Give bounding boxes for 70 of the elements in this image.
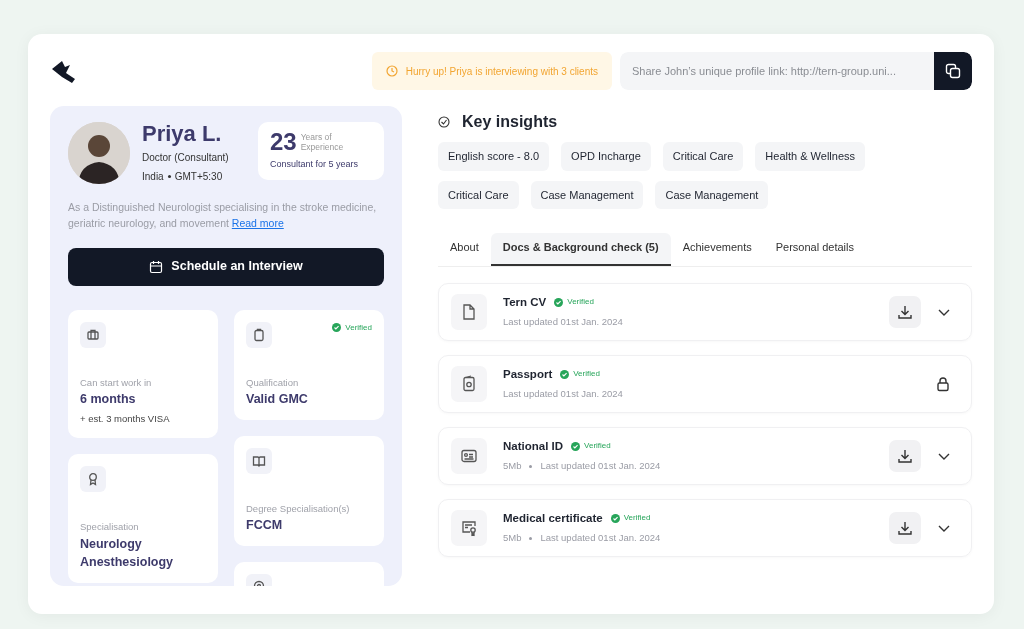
- document-meta: 5Mb: [503, 531, 522, 545]
- insight-tag: Health & Wellness: [755, 142, 865, 171]
- field-label: Degree Specialisation(s): [246, 502, 351, 517]
- clipboard-icon: [252, 327, 266, 342]
- insight-tag: Critical Care: [662, 142, 744, 171]
- calendar-icon: [149, 259, 164, 274]
- verified-badge: Verified: [554, 296, 594, 309]
- verified-badge: Verified: [332, 321, 372, 334]
- insight-tag: English score - 8.0: [438, 142, 550, 171]
- briefcase-icon: [86, 327, 100, 342]
- download-icon: [897, 447, 913, 464]
- profile-role: Doctor (Consultant): [142, 151, 229, 166]
- document-name: Medical certificate: [503, 510, 603, 526]
- download-button[interactable]: [889, 511, 921, 544]
- field-value: 6 months: [80, 390, 137, 408]
- passport-icon: [460, 374, 478, 393]
- ribbon-icon: [86, 472, 100, 487]
- document-meta: Last updated 01st Jan. 2024: [503, 387, 623, 401]
- verified-badge: Verified: [571, 440, 611, 453]
- separator-dot-icon: [167, 175, 171, 179]
- download-icon: [897, 303, 913, 320]
- schedule-interview-button[interactable]: Schedule an Interview: [68, 247, 384, 286]
- field-label: Qualification: [246, 375, 300, 390]
- check-circle-icon: [438, 116, 450, 128]
- experience-label: Years of Experience: [300, 131, 345, 153]
- field-note: + est. 3 months VISA: [80, 412, 171, 427]
- tab[interactable]: About: [438, 233, 491, 266]
- document-icon: [460, 302, 478, 321]
- document-meta: Last updated 01st Jan. 2024: [503, 315, 623, 329]
- timezone: GMT+5:30: [174, 170, 223, 185]
- share-link-field[interactable]: Share John’s unique profile link: http://tern-group.uni...: [620, 52, 934, 90]
- read-more-link[interactable]: Read more: [231, 216, 284, 229]
- country: India: [142, 170, 164, 185]
- insight-tag: Case Management: [655, 180, 769, 209]
- field-value: FCCM: [246, 517, 284, 535]
- document-meta: Last updated 01st Jan. 2024: [540, 531, 661, 545]
- verified-badge: Verified: [610, 512, 651, 525]
- insight-tag: Case Management: [530, 180, 644, 209]
- document-meta: 5Mb: [503, 459, 522, 473]
- document-name: National ID: [503, 438, 564, 454]
- experience-note: Consultant for 5 years: [270, 158, 360, 171]
- lock-icon: [935, 375, 951, 392]
- profile-name: Priya L.: [142, 122, 223, 147]
- copy-button[interactable]: [934, 52, 972, 90]
- field-label: Can start work in: [80, 375, 153, 390]
- document-name: Tern CV: [503, 294, 547, 310]
- download-icon: [897, 519, 913, 536]
- tab[interactable]: Personal details: [763, 233, 866, 266]
- tab[interactable]: Docs & Background check (5): [490, 233, 671, 266]
- copy-icon: [945, 63, 961, 79]
- insight-tag: Critical Care: [438, 180, 519, 209]
- insight-tag: OPD Incharge: [561, 142, 651, 171]
- field-label: Specialisation: [80, 520, 140, 535]
- section-title: Key insights: [462, 112, 558, 132]
- tab[interactable]: Achievements: [670, 233, 764, 266]
- experience-years: 23: [270, 130, 297, 154]
- certificate-icon: [460, 518, 478, 537]
- separator-dot-icon: [529, 464, 533, 468]
- document-meta: Last updated 01st Jan. 2024: [540, 459, 661, 473]
- separator-dot-icon: [529, 536, 533, 540]
- field-value: Neurology Anesthesiology: [80, 535, 175, 571]
- field-value: Valid GMC: [246, 390, 309, 408]
- download-button[interactable]: [889, 295, 921, 328]
- document-name: Passport: [503, 366, 553, 382]
- alert-text: Hurry up! Priya is interviewing with 3 clients: [405, 64, 598, 79]
- profile-description: As a Distinguished Neurologist specialising in the stroke medicine, geriatric neurology, and movement Read more: [68, 200, 378, 231]
- clock-icon: [385, 65, 398, 77]
- book-icon: [252, 454, 266, 469]
- verified-badge: Verified: [560, 368, 600, 381]
- download-button[interactable]: [889, 439, 921, 472]
